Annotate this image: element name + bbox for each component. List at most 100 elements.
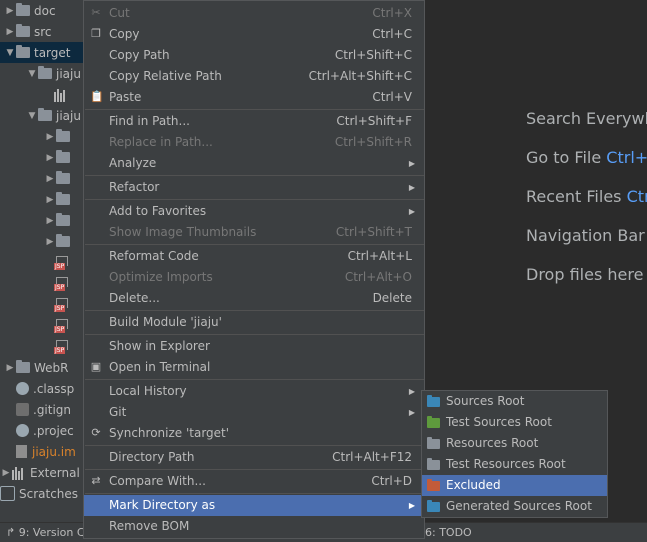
tree-node[interactable]: ▼ jiaju [0,105,90,126]
submenu-arrow-icon: ▶ [408,408,415,417]
tree-node-label: src [34,24,52,39]
tree-node[interactable] [0,273,90,294]
menu-item-show-image-thumbnails[interactable]: Show Image Thumbnails Ctrl+Shift+T [84,222,424,243]
sources-root-folder-icon [427,395,440,407]
tree-node[interactable]: ▶ [0,126,90,147]
tree-node[interactable] [0,294,90,315]
tree-node[interactable]: .projec [0,420,90,441]
tree-node[interactable]: ▶ [0,210,90,231]
expand-arrow-icon[interactable]: ▼ [26,111,38,121]
tree-node-label: WebR [34,360,69,375]
module-file-icon [16,445,27,458]
menu-item-analyze[interactable]: Analyze ▶ [84,153,424,174]
collapse-arrow-icon[interactable]: ▶ [0,468,12,478]
tree-node[interactable]: ▶ [0,231,90,252]
config-file-icon [16,424,29,437]
submenu-item-label: Test Sources Root [446,415,552,429]
collapse-arrow-icon[interactable]: ▶ [44,237,56,247]
collapse-arrow-icon[interactable]: ▶ [44,216,56,226]
expand-arrow-icon[interactable]: ▼ [4,48,16,58]
menu-separator [85,379,424,380]
submenu-item-excluded[interactable]: Excluded [422,475,607,496]
todo-tab[interactable]: 6: TODO [425,526,472,539]
menu-item-shortcut: Ctrl+X [372,6,412,20]
tree-node[interactable]: ▶ [0,168,90,189]
context-menu: ✂ Cut Ctrl+X ❐ Copy Ctrl+C Copy Path Ctrl+Shift… [83,0,425,539]
tree-node[interactable]: ▶ [0,147,90,168]
tree-node[interactable]: ▶ WebR [0,357,90,378]
menu-item-show-in-explorer[interactable]: Show in Explorer [84,336,424,357]
menu-item-copy-relative-path[interactable]: Copy Relative Path Ctrl+Alt+Shift+C [84,66,424,87]
menu-item-synchronize-target[interactable]: ⟳ Synchronize 'target' [84,423,424,444]
menu-item-local-history[interactable]: Local History ▶ [84,381,424,402]
menu-item-find-in-path[interactable]: Find in Path... Ctrl+Shift+F [84,111,424,132]
tree-node[interactable]: jiaju.im [0,441,90,462]
collapse-arrow-icon[interactable]: ▶ [44,174,56,184]
folder-icon [16,360,30,373]
tree-node-label: jiaju [56,66,81,81]
submenu-item-sources-root[interactable]: Sources Root [422,391,607,412]
menu-item-shortcut: Ctrl+C [372,27,412,41]
search-everywhere-hint: Search Everywhe [526,109,647,128]
menu-item-git[interactable]: Git ▶ [84,402,424,423]
menu-item-compare-with[interactable]: ⇄ Compare With... Ctrl+D [84,471,424,492]
menu-item-mark-directory-as[interactable]: Mark Directory as ▶ [84,495,424,516]
tree-node[interactable] [0,252,90,273]
tree-node[interactable]: ▼ jiaju [0,63,90,84]
collapse-arrow-icon[interactable]: ▶ [44,132,56,142]
menu-item-build-module-jiaju[interactable]: Build Module 'jiaju' [84,312,424,333]
collapse-arrow-icon[interactable]: ▶ [4,6,16,16]
menu-item-label: Show Image Thumbnails [109,225,257,239]
tree-node[interactable]: .classp [0,378,90,399]
menu-item-optimize-imports[interactable]: Optimize Imports Ctrl+Alt+O [84,267,424,288]
submenu-item-test-sources-root[interactable]: Test Sources Root [422,412,607,433]
menu-item-refactor[interactable]: Refactor ▶ [84,177,424,198]
collapse-arrow-icon[interactable]: ▶ [4,27,16,37]
menu-item-label: Local History [109,384,187,398]
menu-item-delete[interactable]: Delete... Delete [84,288,424,309]
menu-item-add-to-favorites[interactable]: Add to Favorites ▶ [84,201,424,222]
menu-item-paste[interactable]: 📋 Paste Ctrl+V [84,87,424,108]
collapse-arrow-icon[interactable]: ▶ [4,363,16,373]
tree-node[interactable]: ▶ [0,189,90,210]
submenu-item-label: Sources Root [446,394,525,408]
go-to-file-hint: Go to File Ctrl+ [526,148,647,167]
tree-node[interactable] [0,336,90,357]
submenu-item-generated-sources-root[interactable]: Generated Sources Root [422,496,607,517]
tree-node-label: Scratches [19,486,79,501]
collapse-arrow-icon[interactable]: ▶ [44,195,56,205]
submenu-item-test-resources-root[interactable]: Test Resources Root [422,454,607,475]
menu-item-directory-path[interactable]: Directory Path Ctrl+Alt+F12 [84,447,424,468]
tree-node[interactable]: ▶ src [0,21,90,42]
menu-item-label: Directory Path [109,450,195,464]
collapse-arrow-icon[interactable]: ▶ [44,153,56,163]
tree-node[interactable] [0,84,90,105]
menu-item-copy[interactable]: ❐ Copy Ctrl+C [84,24,424,45]
menu-item-shortcut: Delete [372,291,412,305]
menu-item-open-in-terminal[interactable]: ▣ Open in Terminal [84,357,424,378]
tree-node[interactable]: Scratches [0,483,90,504]
tree-node-label: doc [34,3,56,18]
menu-item-label: Find in Path... [109,114,190,128]
menu-item-replace-in-path[interactable]: Replace in Path... Ctrl+Shift+R [84,132,424,153]
submenu-arrow-icon: ▶ [408,207,415,216]
expand-arrow-icon[interactable]: ▼ [26,69,38,79]
menu-item-cut[interactable]: ✂ Cut Ctrl+X [84,3,424,24]
generated-sources-root-folder-icon [427,500,440,512]
menu-item-copy-path[interactable]: Copy Path Ctrl+Shift+C [84,45,424,66]
tree-node[interactable]: ▶ doc [0,0,90,21]
submenu-item-label: Resources Root [446,436,539,450]
menu-item-remove-bom[interactable]: Remove BOM [84,516,424,537]
menu-item-reformat-code[interactable]: Reformat Code Ctrl+Alt+L [84,246,424,267]
tree-node[interactable]: ▶ External L [0,462,90,483]
jsp-file-icon [54,276,68,291]
navigation-bar-hint: Navigation Bar [526,226,645,245]
tree-node[interactable]: ▼ target [0,42,90,63]
tree-node[interactable] [0,315,90,336]
menu-item-label: Add to Favorites [109,204,207,218]
version-control-tab[interactable]: ↱ 9: Version Co [6,526,91,539]
submenu-arrow-icon: ▶ [408,387,415,396]
tree-node[interactable]: .gitign [0,399,90,420]
submenu-item-resources-root[interactable]: Resources Root [422,433,607,454]
menu-separator [85,493,424,494]
